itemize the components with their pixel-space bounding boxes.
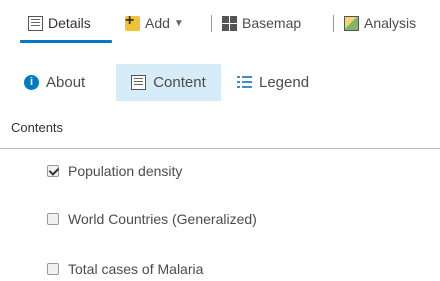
layer-name[interactable]: World Countries (Generalized) xyxy=(68,211,257,227)
legend-icon xyxy=(237,75,252,90)
top-toolbar: Details Add ▼ Basemap Analysis xyxy=(0,0,440,46)
toolbar-divider xyxy=(333,15,334,32)
tab-about-label: About xyxy=(46,74,86,91)
add-button[interactable]: Add ▼ xyxy=(125,12,184,34)
layer-visibility-checkbox[interactable] xyxy=(47,165,59,177)
tab-content-label: Content xyxy=(153,74,206,91)
tab-content[interactable]: Content xyxy=(116,64,221,101)
details-tab-label: Details xyxy=(48,15,91,31)
tab-legend[interactable]: Legend xyxy=(237,64,309,101)
content-icon xyxy=(131,75,147,90)
details-subtabs: i About Content Legend xyxy=(0,64,440,102)
layer-visibility-checkbox[interactable] xyxy=(47,213,59,225)
info-icon: i xyxy=(24,75,39,90)
layer-visibility-checkbox[interactable] xyxy=(47,263,59,275)
contents-divider xyxy=(0,148,440,149)
tab-about[interactable]: i About xyxy=(24,64,85,101)
layer-item: World Countries (Generalized) xyxy=(47,209,257,229)
analysis-button-label: Analysis xyxy=(364,15,417,31)
basemap-button[interactable]: Basemap xyxy=(222,12,301,34)
tab-legend-label: Legend xyxy=(259,74,310,91)
analysis-button[interactable]: Analysis xyxy=(344,12,416,34)
layer-name[interactable]: Population density xyxy=(68,163,182,179)
add-icon xyxy=(125,12,140,31)
add-button-label: Add xyxy=(145,15,170,31)
contents-heading: Contents xyxy=(11,120,64,135)
analysis-icon xyxy=(344,15,359,31)
layer-name[interactable]: Total cases of Malaria xyxy=(68,261,203,277)
chevron-down-icon: ▼ xyxy=(173,17,184,29)
toolbar-divider xyxy=(211,15,212,32)
details-icon xyxy=(28,15,43,31)
layer-item: Population density xyxy=(47,161,182,181)
basemap-icon xyxy=(222,15,237,31)
layer-item: Total cases of Malaria xyxy=(47,259,203,279)
active-tab-underline xyxy=(20,40,112,43)
basemap-button-label: Basemap xyxy=(242,15,302,31)
details-tab[interactable]: Details xyxy=(28,12,91,34)
